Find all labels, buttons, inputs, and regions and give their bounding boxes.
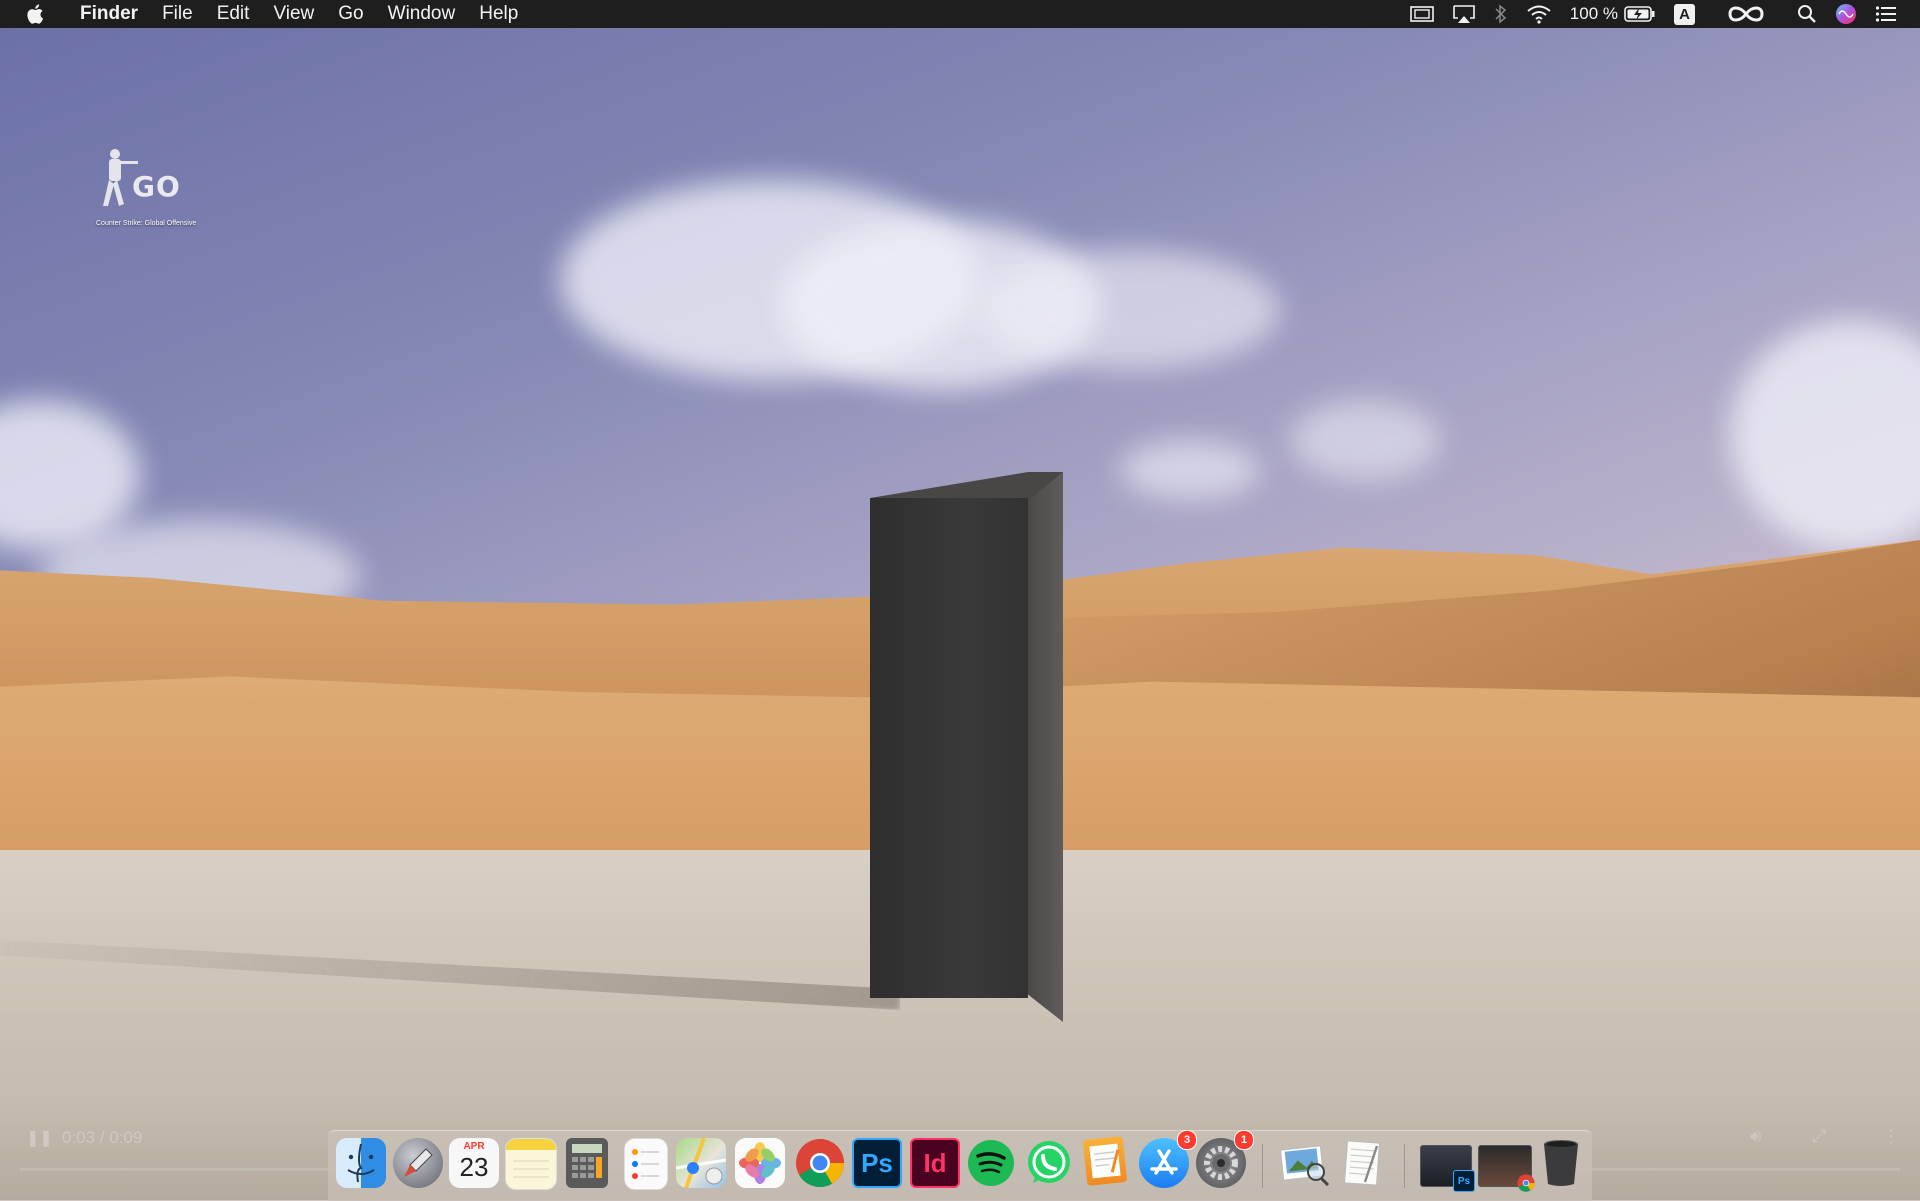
desktop-icon-csgo[interactable]: GO Counter Strike: Global Offensive: [96, 146, 196, 227]
dock-finder-icon[interactable]: [336, 1138, 386, 1188]
dock-separator: [1404, 1144, 1405, 1188]
menu-bar: Finder File Edit View Go Window Help 100…: [0, 0, 1920, 28]
dock-whatsapp-icon[interactable]: [1024, 1138, 1074, 1188]
dock-photoshop-icon[interactable]: Ps: [852, 1138, 902, 1188]
dock-chrome-icon[interactable]: [795, 1138, 845, 1188]
wallpaper-cloud: [1290, 400, 1440, 480]
bluetooth-icon[interactable]: [1485, 0, 1517, 28]
dock-textedit-icon[interactable]: [1338, 1138, 1388, 1188]
battery-status[interactable]: 100 %: [1561, 0, 1665, 28]
wallpaper-cloud: [980, 250, 1280, 370]
video-volume-icon[interactable]: 🔊︎: [1750, 1126, 1761, 1147]
video-more-icon[interactable]: ⋮: [1882, 1126, 1900, 1147]
input-source-badge: A: [1674, 3, 1695, 25]
dock-launchpad-icon[interactable]: [393, 1138, 443, 1188]
wallpaper-cloud: [1120, 440, 1260, 500]
system-preferences-badge: 1: [1234, 1130, 1254, 1150]
dock-pages-icon[interactable]: [1082, 1136, 1128, 1186]
dock-maps-icon[interactable]: [676, 1138, 726, 1188]
app-store-badge: 3: [1177, 1130, 1197, 1150]
video-fullscreen-icon[interactable]: ⤢: [1812, 1126, 1826, 1147]
photoshop-glyph: Ps: [861, 1147, 893, 1178]
dock-chrome-window-thumbnail[interactable]: [1478, 1145, 1535, 1192]
csgo-logo-text: GO: [132, 170, 181, 203]
menu-edit[interactable]: Edit: [205, 0, 262, 28]
spotlight-search-icon[interactable]: [1788, 0, 1826, 28]
dock-notes-icon[interactable]: [505, 1138, 557, 1190]
chrome-window-badge-icon: [1517, 1174, 1535, 1192]
airplay-icon[interactable]: [1443, 0, 1485, 28]
menu-window[interactable]: Window: [376, 0, 468, 28]
monolith-side: [1028, 472, 1063, 1022]
monolith-front: [870, 498, 1028, 998]
infinity-icon[interactable]: [1704, 0, 1788, 28]
calendar-month: APR: [463, 1141, 485, 1152]
dock-spotify-icon[interactable]: [966, 1138, 1016, 1188]
indesign-glyph: Id: [923, 1147, 947, 1178]
wifi-icon[interactable]: [1517, 0, 1561, 28]
input-source-menu[interactable]: A: [1665, 0, 1704, 28]
notification-center-icon[interactable]: [1866, 0, 1906, 28]
dock-app-store-icon[interactable]: 3: [1139, 1130, 1197, 1188]
dock-trash-icon[interactable]: [1536, 1138, 1586, 1188]
dock-calculator-icon[interactable]: [566, 1138, 608, 1188]
apple-icon[interactable]: [26, 3, 50, 25]
dock-photoshop-window-thumbnail[interactable]: Ps: [1420, 1145, 1475, 1192]
display-mirroring-icon[interactable]: [1401, 0, 1443, 28]
dock-separator: [1262, 1144, 1263, 1188]
photoshop-window-badge: Ps: [1453, 1170, 1475, 1192]
menu-go[interactable]: Go: [326, 0, 375, 28]
dock-reminders-icon[interactable]: [624, 1138, 668, 1190]
dock-calendar-icon[interactable]: APR 23: [449, 1138, 499, 1188]
dock-photos-icon[interactable]: [735, 1138, 785, 1188]
menu-app-name[interactable]: Finder: [68, 0, 150, 28]
battery-percent: 100 %: [1569, 4, 1618, 23]
video-pause-icon[interactable]: ❚❚: [26, 1128, 53, 1148]
menu-file[interactable]: File: [150, 0, 205, 28]
desktop-wallpaper: [0, 0, 1920, 1200]
csgo-logo-icon: GO: [98, 146, 194, 216]
desktop-icon-label: Counter Strike: Global Offensive: [96, 220, 197, 227]
menu-view[interactable]: View: [261, 0, 326, 28]
siri-icon[interactable]: [1826, 0, 1866, 28]
dock-system-preferences-icon[interactable]: 1: [1196, 1130, 1254, 1188]
dock-preview-icon[interactable]: [1280, 1138, 1330, 1188]
video-time: 0:03 / 0:09: [62, 1128, 143, 1147]
menu-help[interactable]: Help: [467, 0, 530, 28]
dock-indesign-icon[interactable]: Id: [910, 1138, 960, 1188]
battery-charging-icon: [1624, 6, 1655, 22]
calendar-day: 23: [459, 1152, 489, 1182]
